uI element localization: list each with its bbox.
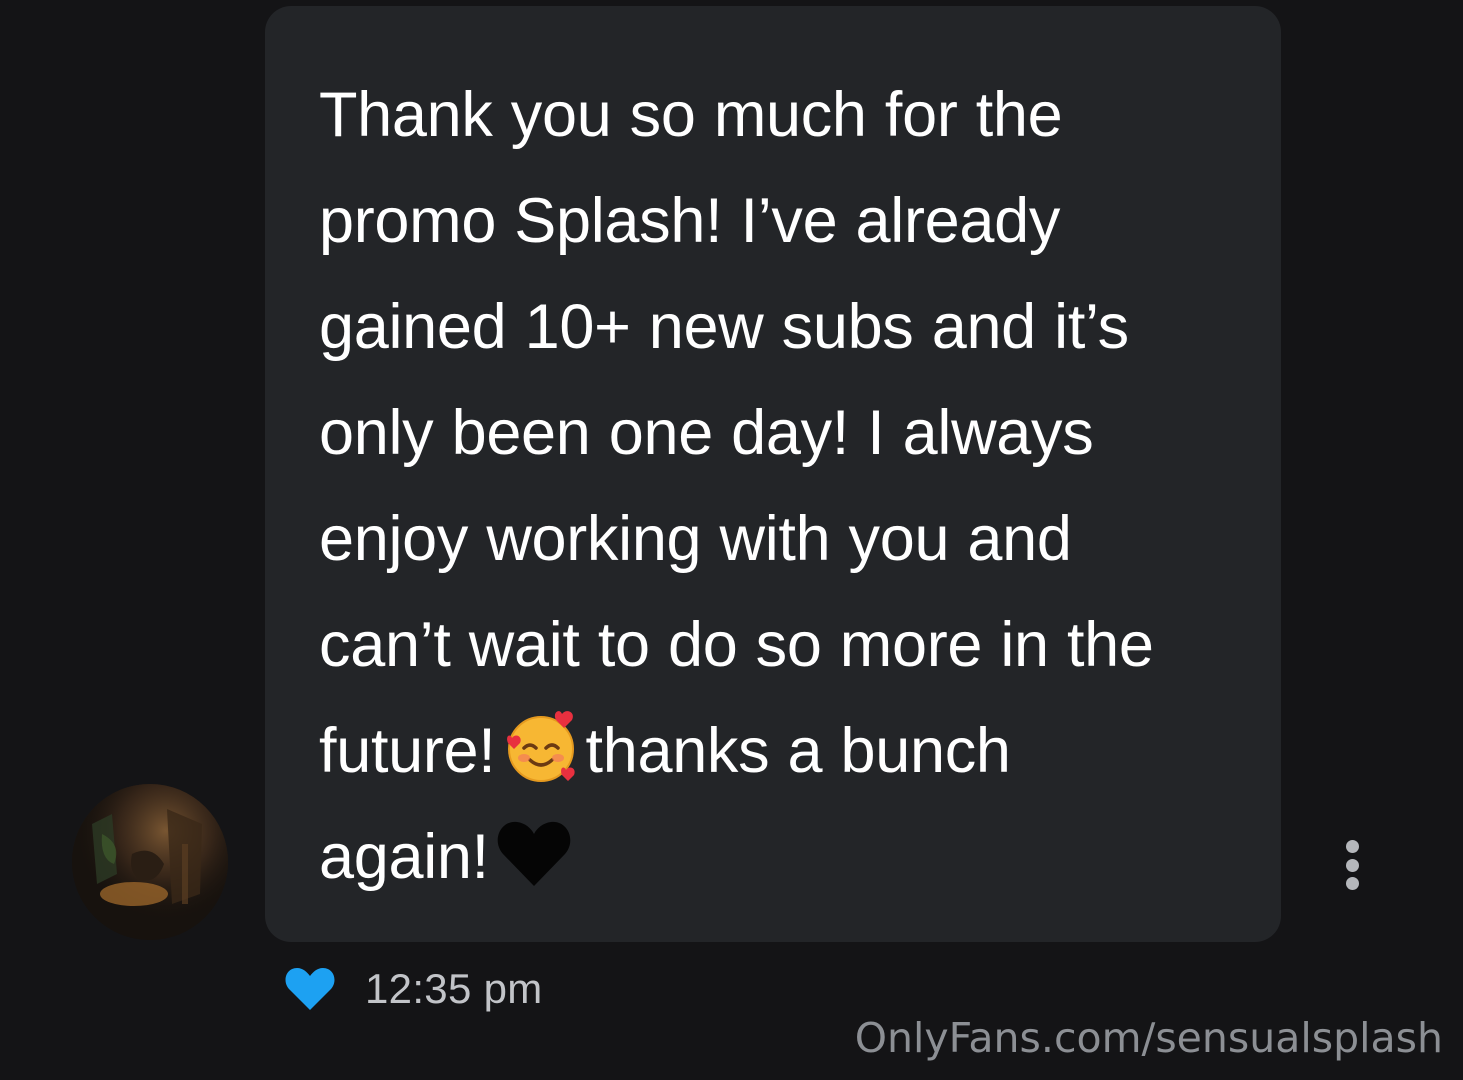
message-text: Thank you so much for the promo Splash! … <box>319 62 1241 910</box>
message-line: promo Splash! I’ve already <box>319 186 1061 256</box>
message-line-part: again! <box>319 822 489 892</box>
more-dot <box>1345 840 1359 853</box>
message-bubble[interactable]: Thank you so much for the promo Splash! … <box>265 6 1281 942</box>
avatar-image <box>72 784 228 940</box>
message-timestamp: 12:35 pm <box>365 965 543 1012</box>
smiling-face-with-hearts-icon <box>506 711 575 782</box>
chat-screen: Thank you so much for the promo Splash! … <box>0 0 1463 1080</box>
more-options-button[interactable] <box>1334 836 1370 894</box>
avatar[interactable] <box>72 784 228 940</box>
message-line-part: thanks a bunch <box>585 716 1011 786</box>
more-dot <box>1345 877 1359 890</box>
message-line: again! <box>319 804 1241 910</box>
message-line: gained 10+ new subs and it’s <box>319 292 1129 362</box>
message-line: Thank you so much for the <box>319 80 1063 150</box>
message-line-part: future! <box>319 716 496 786</box>
heart-icon[interactable] <box>283 962 337 1016</box>
message-meta: 12:35 pm <box>283 962 543 1016</box>
more-dot <box>1345 858 1359 872</box>
message-line: can’t wait to do so more in the <box>319 610 1154 680</box>
message-line: only been one day! I always <box>319 398 1094 468</box>
black-heart-icon <box>497 821 571 886</box>
message-line: enjoy working with you and <box>319 504 1072 574</box>
message-line: future! thanks a bunch <box>319 698 1241 804</box>
watermark: OnlyFans.com/sensualsplash <box>854 1014 1443 1062</box>
